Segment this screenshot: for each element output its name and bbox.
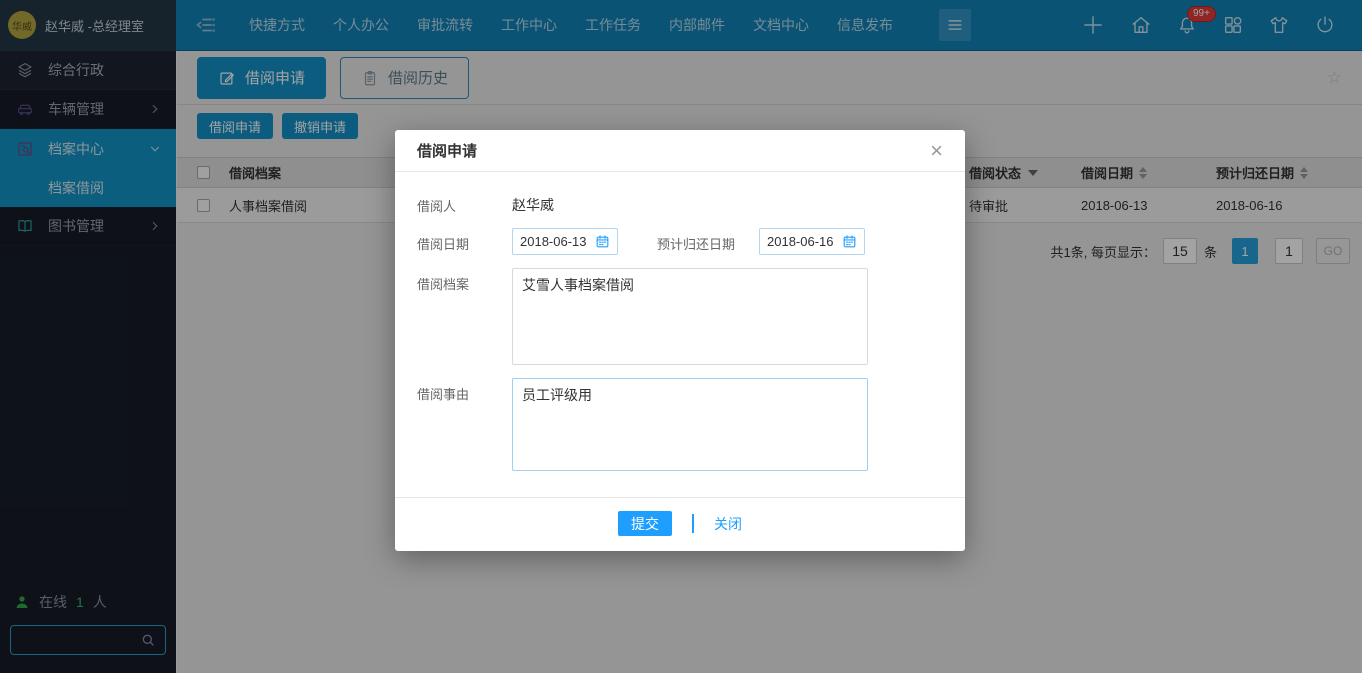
archive-row: 借阅档案 艾雪人事档案借阅 [417,268,943,365]
return-date-field [759,228,865,255]
submit-button[interactable]: 提交 [618,511,672,536]
app-root: 华威 赵华威 -总经理室 快捷方式 个人办公 审批流转 工作中心 工作任务 内部… [0,0,1362,673]
reason-label: 借阅事由 [417,378,512,403]
borrower-label: 借阅人 [417,190,512,215]
borrow-date-input[interactable] [520,234,594,249]
reason-row: 借阅事由 员工评级用 [417,378,943,471]
modal-header: 借阅申请 × [395,130,965,172]
borrow-date-label: 借阅日期 [417,228,512,253]
reason-textarea[interactable]: 员工评级用 [512,378,868,471]
borrow-date-field [512,228,618,255]
return-date-label: 预计归还日期 [657,228,735,253]
footer-divider [692,514,694,533]
archive-textarea[interactable]: 艾雪人事档案借阅 [512,268,868,365]
archive-label: 借阅档案 [417,268,512,293]
dates-row: 借阅日期 预计归还日期 [417,228,943,255]
calendar-icon[interactable] [842,234,857,249]
return-date-input[interactable] [767,234,841,249]
borrower-row: 借阅人 赵华威 [417,190,943,215]
close-icon[interactable]: × [930,140,943,162]
close-link[interactable]: 关闭 [714,514,742,534]
borrow-request-modal: 借阅申请 × 借阅人 赵华威 借阅日期 预计归还 [395,130,965,551]
modal-footer: 提交 关闭 [395,497,965,551]
calendar-icon[interactable] [595,234,610,249]
borrower-value: 赵华威 [512,190,554,215]
modal-title: 借阅申请 [417,140,477,161]
modal-body: 借阅人 赵华威 借阅日期 预计归还日期 [395,172,965,471]
